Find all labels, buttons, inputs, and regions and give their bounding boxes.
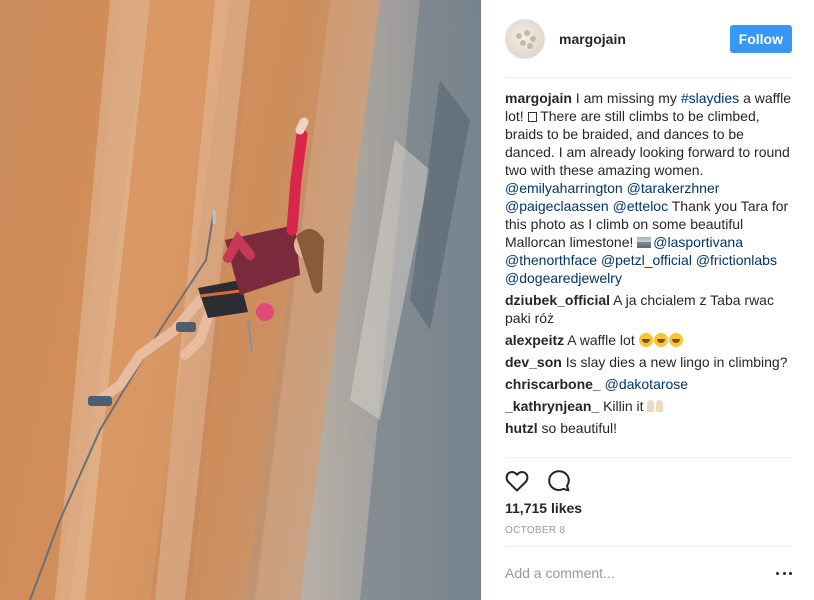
caption: margojain I am missing my #slaydies a wa… [505, 89, 792, 287]
comment-text: A waffle lot [567, 332, 635, 348]
mention-link[interactable]: @lasportivana [653, 234, 743, 250]
divider [505, 457, 792, 458]
comment-username[interactable]: dziubek_official [505, 292, 610, 308]
follow-button[interactable]: Follow [729, 24, 792, 53]
mention-link[interactable]: @dakotarose [605, 376, 688, 392]
more-options-icon[interactable] [776, 565, 792, 581]
raised-hands-icon [647, 399, 664, 413]
instagram-post: margojain Follow margojain I am missing … [0, 0, 814, 600]
comment-item: hutzl so beautiful! [505, 419, 792, 437]
comment-username[interactable]: _kathrynjean_ [505, 398, 599, 414]
comment-item: dziubek_official A ja chcialem z Taba rw… [505, 291, 792, 327]
mention-link[interactable]: @petzl_official [601, 252, 692, 268]
mention-link[interactable]: @emilyaharrington [505, 180, 623, 196]
comment-username[interactable]: alexpeitz [505, 332, 564, 348]
add-comment-input[interactable] [505, 562, 755, 584]
comment-item: _kathrynjean_ Killin it [505, 397, 792, 415]
comment-username[interactable]: hutzl [505, 420, 538, 436]
climbing-photo [0, 0, 481, 600]
mention-link[interactable]: @frictionlabs [696, 252, 777, 268]
comment-text: Killin it [603, 398, 644, 414]
comment-username[interactable]: chriscarbone_ [505, 376, 601, 392]
caption-text: I am missing my [575, 90, 677, 106]
caption-username[interactable]: margojain [505, 90, 572, 106]
likes-count[interactable]: 11,715 likes [505, 500, 582, 516]
post-author-username[interactable]: margojain [559, 31, 626, 47]
heart-icon[interactable] [505, 470, 529, 492]
comment-username[interactable]: dev_son [505, 354, 562, 370]
laughing-emoji-icon [638, 332, 684, 348]
comment-item: alexpeitz A waffle lot [505, 331, 792, 349]
post-date: OCTOBER 8 [505, 525, 566, 536]
mention-link[interactable]: @etteloc [613, 198, 668, 214]
mention-link[interactable]: @thenorthface [505, 252, 597, 268]
post-side-panel: margojain Follow margojain I am missing … [481, 0, 814, 600]
post-header: margojain Follow [505, 0, 792, 78]
mention-link[interactable]: @paigeclaassen [505, 198, 609, 214]
caption-text: There are still climbs to be climbed, br… [505, 108, 790, 178]
avatar[interactable] [505, 18, 545, 59]
mention-link[interactable]: @dogearedjewelry [505, 270, 622, 286]
divider [505, 546, 792, 547]
comment-bubble-icon[interactable] [547, 469, 571, 493]
post-photo[interactable] [0, 0, 481, 600]
mountain-emoji-icon [637, 237, 652, 248]
comments-list[interactable]: margojain I am missing my #slaydies a wa… [505, 89, 792, 455]
mention-link[interactable]: @tarakerzhner [627, 180, 720, 196]
hashtag-link[interactable]: #slaydies [681, 90, 739, 106]
comment-text: so beautiful! [541, 420, 618, 436]
comment-item: dev_son Is slay dies a new lingo in clim… [505, 353, 792, 371]
missing-glyph-icon [527, 112, 537, 122]
comment-item: chriscarbone_ @dakotarose [505, 375, 792, 393]
post-actions [505, 465, 571, 497]
comment-text: Is slay dies a new lingo in climbing? [565, 354, 788, 370]
